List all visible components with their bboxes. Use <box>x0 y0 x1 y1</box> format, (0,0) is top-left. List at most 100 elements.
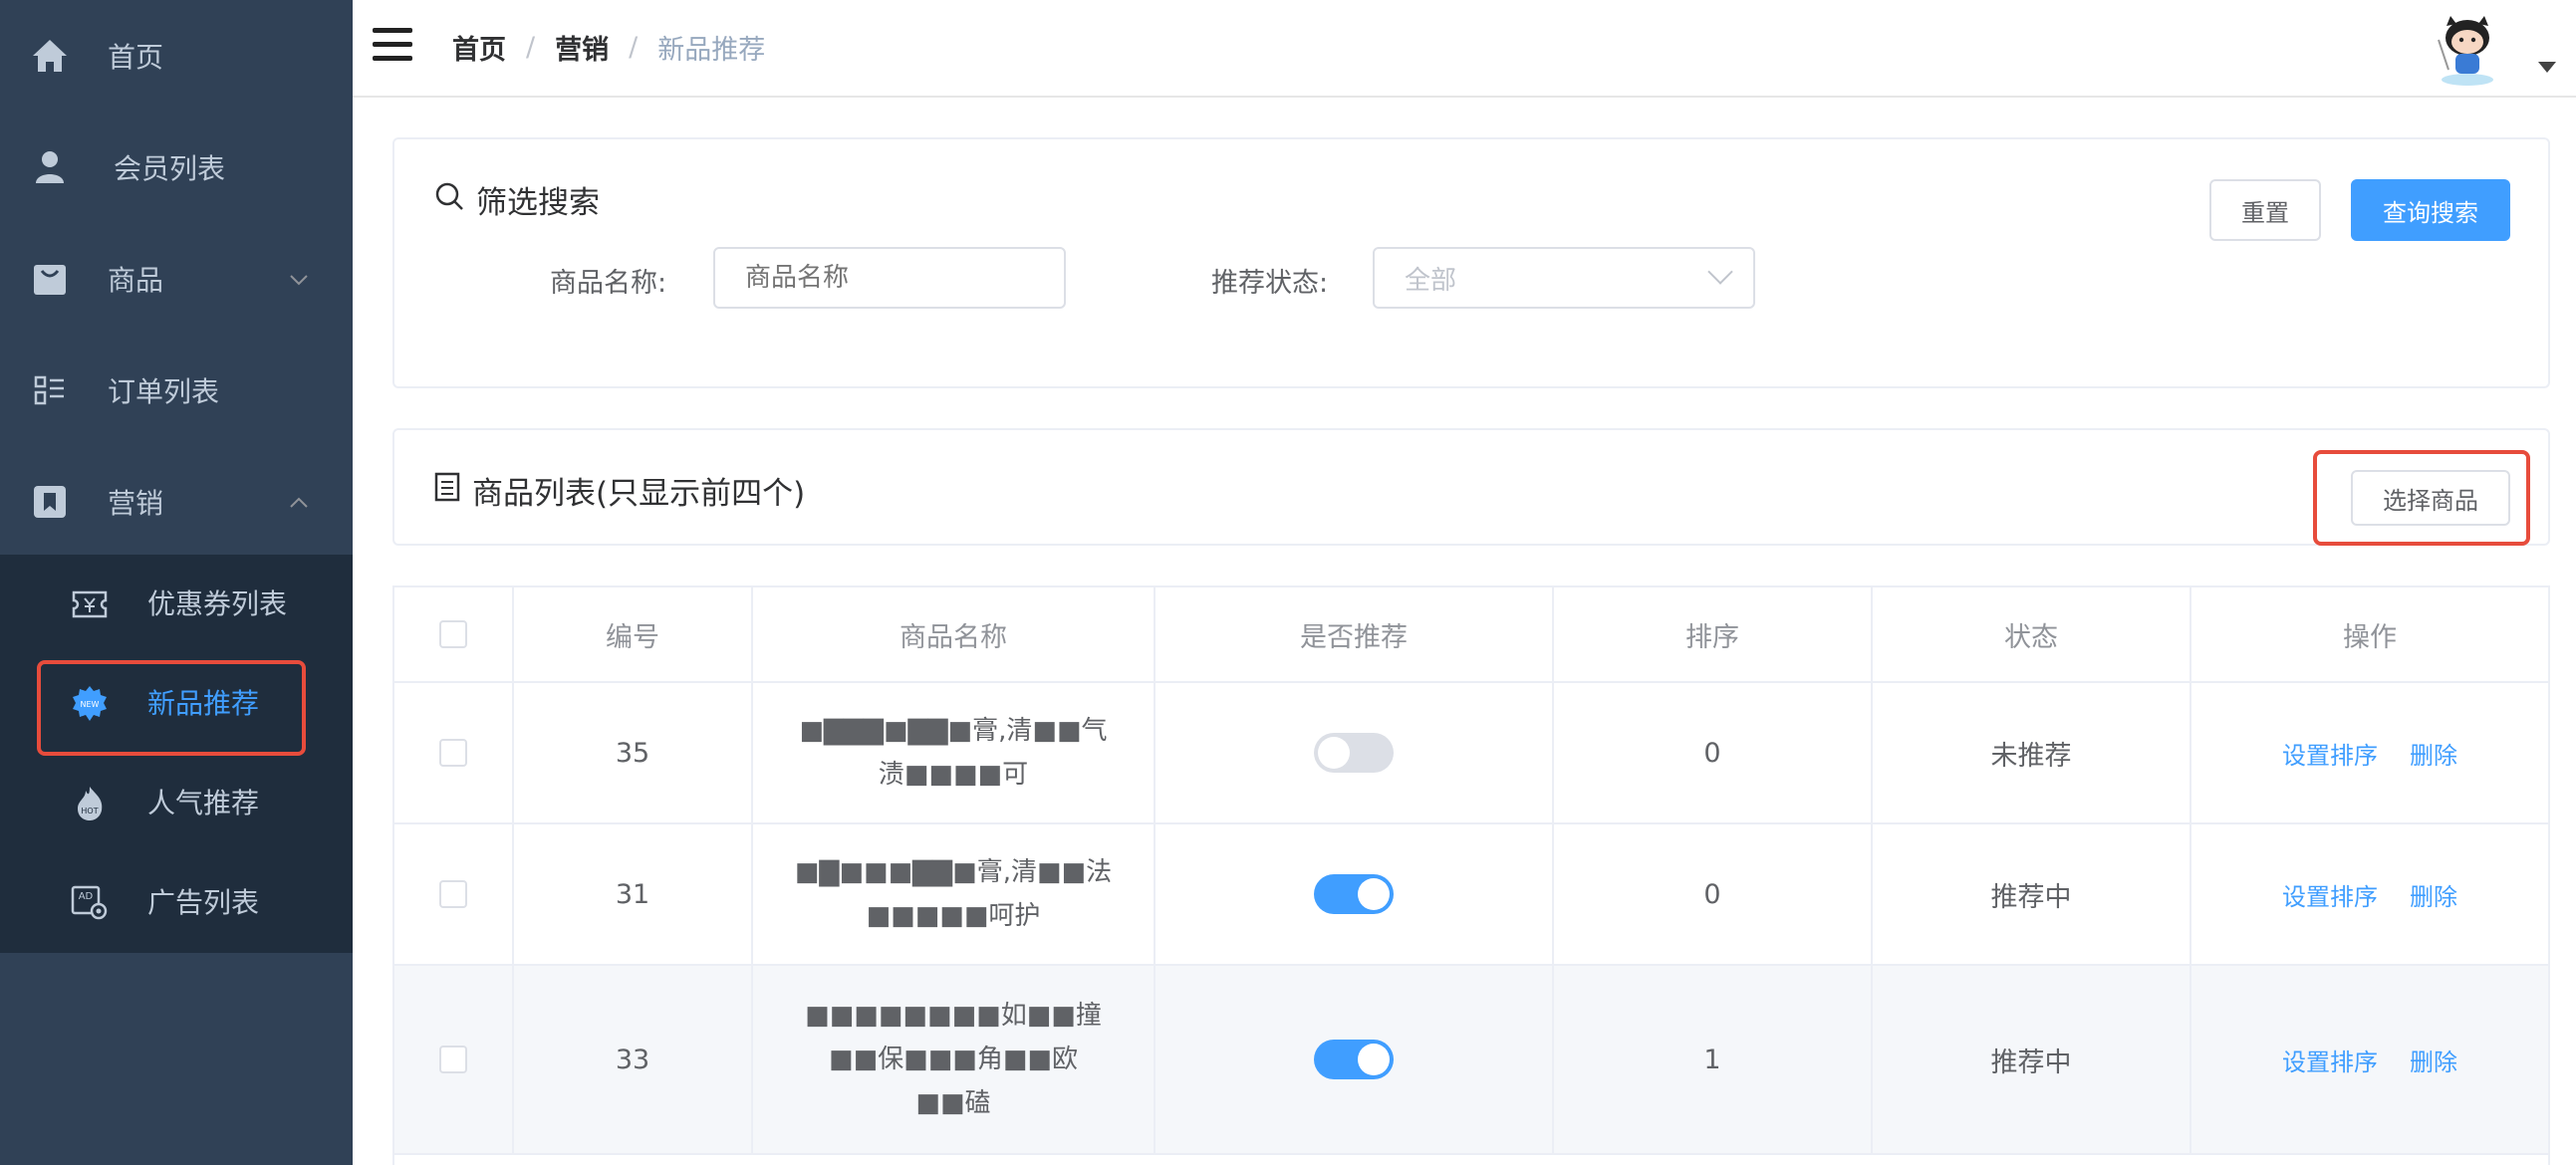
product-name: ■▇■■■▇▇■膏,清■■法 ■■■■■呵护 <box>784 850 1123 938</box>
bookmark-icon <box>30 482 70 522</box>
column-header-sort[interactable]: 排序 <box>1554 587 1873 681</box>
product-name-line: ■■■■■呵护 <box>866 901 1041 931</box>
product-name: ■■■■■■■■如■■撞 ■■保■■■角■■欧 ■■磕 <box>784 994 1123 1125</box>
sidebar-item-members[interactable]: 会员列表 <box>0 112 353 223</box>
filter-card: 筛选搜索 重置 查询搜索 商品名称: 推荐状态: 全部 <box>392 137 2550 388</box>
product-name-cell: ■▇▇▇■▇▇■膏,清■■气 渍■■■■可 <box>753 683 1156 822</box>
hamburger-menu-icon[interactable] <box>373 28 414 64</box>
search-button[interactable]: 查询搜索 <box>2351 179 2510 241</box>
sidebar-item-label: 新品推荐 <box>147 687 260 720</box>
set-sort-link[interactable]: 设置排序 <box>2282 1043 2378 1077</box>
search-icon <box>434 181 464 219</box>
column-header-id[interactable]: 编号 <box>514 587 753 681</box>
table-header-row: 编号 商品名称 是否推荐 排序 状态 操作 <box>394 587 2548 683</box>
product-name-line: ■▇■■■▇▇■膏,清■■法 <box>794 857 1113 887</box>
chevron-down-icon <box>289 267 309 292</box>
select-all-checkbox[interactable] <box>439 620 467 648</box>
actions-cell: 设置排序 删除 <box>2191 824 2548 964</box>
delete-link[interactable]: 删除 <box>2410 736 2457 771</box>
column-header-actions: 操作 <box>2343 621 2397 653</box>
ad-icon: AD <box>70 883 110 923</box>
coupon-icon <box>70 584 110 624</box>
sidebar-item-label: 首页 <box>108 41 164 74</box>
recommend-status-label: 推荐状态: <box>1211 268 1329 299</box>
product-table: 编号 商品名称 是否推荐 排序 状态 操作 35 ■▇▇▇■▇▇■膏,清■■气 … <box>392 585 2550 1165</box>
table-row: 35 ■▇▇▇■▇▇■膏,清■■气 渍■■■■可 0 未推荐 设置排序 删除 <box>394 683 2548 824</box>
chevron-down-icon <box>1707 259 1733 285</box>
status-text: 未推荐 <box>1873 683 2191 822</box>
sidebar: 首页 会员列表 商品 订单列表 营销 优惠券列表 NEW 新品推荐 HOT 人气… <box>0 0 353 1165</box>
sidebar-item-label: 会员列表 <box>114 152 226 185</box>
recommend-switch[interactable] <box>1314 1040 1394 1079</box>
recommend-switch[interactable] <box>1314 874 1394 914</box>
sort-value: 0 <box>1554 824 1873 964</box>
delete-link[interactable]: 删除 <box>2410 877 2457 912</box>
sidebar-item-label: 营销 <box>108 487 164 520</box>
delete-link[interactable]: 删除 <box>2410 1043 2457 1077</box>
product-name-line: ■■磕 <box>915 1088 991 1118</box>
set-sort-link[interactable]: 设置排序 <box>2282 736 2378 771</box>
breadcrumb-separator: / <box>629 32 639 63</box>
sidebar-item-orders[interactable]: 订单列表 <box>0 335 353 446</box>
recommend-switch[interactable] <box>1314 733 1394 773</box>
product-name-input[interactable] <box>713 247 1066 309</box>
sidebar-item-label: 订单列表 <box>108 375 220 408</box>
recommend-switch-cell <box>1156 824 1554 964</box>
chevron-up-icon <box>289 490 309 515</box>
product-id: 31 <box>514 824 753 964</box>
status-text: 推荐中 <box>1873 966 2191 1153</box>
product-name-line: ■▇▇▇■▇▇■膏,清■■气 <box>799 716 1108 746</box>
svg-text:HOT: HOT <box>81 807 98 816</box>
breadcrumb-marketing[interactable]: 营销 <box>555 28 609 67</box>
product-name: ■▇▇▇■▇▇■膏,清■■气 渍■■■■可 <box>784 709 1123 797</box>
sidebar-item-label: 人气推荐 <box>147 787 260 819</box>
sidebar-item-home[interactable]: 首页 <box>0 0 353 112</box>
product-list-card: 商品列表(只显示前四个) 选择商品 <box>392 428 2550 546</box>
product-name-line: ■■保■■■角■■欧 <box>829 1045 1078 1074</box>
product-name-cell: ■■■■■■■■如■■撞 ■■保■■■角■■欧 ■■磕 <box>753 966 1156 1153</box>
product-id: 35 <box>514 683 753 822</box>
status-text: 推荐中 <box>1873 824 2191 964</box>
row-checkbox[interactable] <box>439 880 467 908</box>
recommend-status-select[interactable]: 全部 <box>1373 247 1755 309</box>
reset-button[interactable]: 重置 <box>2209 179 2321 241</box>
recommend-switch-cell <box>1156 966 1554 1153</box>
row-select-cell <box>394 824 514 964</box>
sidebar-item-coupons[interactable]: 优惠券列表 <box>0 555 353 654</box>
breadcrumb-home[interactable]: 首页 <box>452 28 506 67</box>
sidebar-item-products[interactable]: 商品 <box>0 223 353 335</box>
product-name-cell: ■▇■■■▇▇■膏,清■■法 ■■■■■呵护 <box>753 824 1156 964</box>
new-badge-icon: NEW <box>70 684 110 724</box>
row-checkbox[interactable] <box>439 739 467 767</box>
filter-title: 筛选搜索 <box>434 177 600 222</box>
product-id: 33 <box>514 966 753 1153</box>
sidebar-item-popular[interactable]: HOT 人气推荐 <box>0 754 353 853</box>
avatar[interactable] <box>2429 10 2506 88</box>
product-name-line: 渍■■■■可 <box>878 760 1029 790</box>
sidebar-item-new-products[interactable]: NEW 新品推荐 <box>0 654 353 754</box>
product-name-label: 商品名称: <box>550 268 667 299</box>
breadcrumb-current: 新品推荐 <box>657 35 766 66</box>
sidebar-item-marketing[interactable]: 营销 <box>0 446 353 558</box>
recommend-switch-cell <box>1156 683 1554 822</box>
dropdown-caret-icon[interactable] <box>2538 62 2556 73</box>
sidebar-item-label: 商品 <box>108 264 164 297</box>
column-header-recommended[interactable]: 是否推荐 <box>1156 587 1554 681</box>
sidebar-item-label: 优惠券列表 <box>147 587 288 620</box>
product-name-line: ■■■■■■■■如■■撞 <box>805 1001 1102 1031</box>
set-sort-link[interactable]: 设置排序 <box>2282 877 2378 912</box>
product-list-title: 商品列表(只显示前四个) <box>434 468 805 513</box>
column-header-status[interactable]: 状态 <box>1873 587 2191 681</box>
sidebar-item-ads[interactable]: AD 广告列表 <box>0 853 353 953</box>
top-navbar: 首页 / 营销 / 新品推荐 <box>353 0 2576 98</box>
actions-cell: 设置排序 删除 <box>2191 966 2548 1153</box>
document-icon <box>434 472 460 510</box>
marketing-submenu: 优惠券列表 NEW 新品推荐 HOT 人气推荐 AD 广告列表 <box>0 555 353 953</box>
row-select-cell <box>394 966 514 1153</box>
table-row: 31 ■▇■■■▇▇■膏,清■■法 ■■■■■呵护 0 推荐中 设置排序 删除 <box>394 824 2548 966</box>
user-icon <box>30 147 70 187</box>
select-product-button[interactable]: 选择商品 <box>2351 470 2510 526</box>
actions-cell: 设置排序 删除 <box>2191 683 2548 822</box>
row-checkbox[interactable] <box>439 1046 467 1073</box>
column-header-name[interactable]: 商品名称 <box>753 587 1156 681</box>
